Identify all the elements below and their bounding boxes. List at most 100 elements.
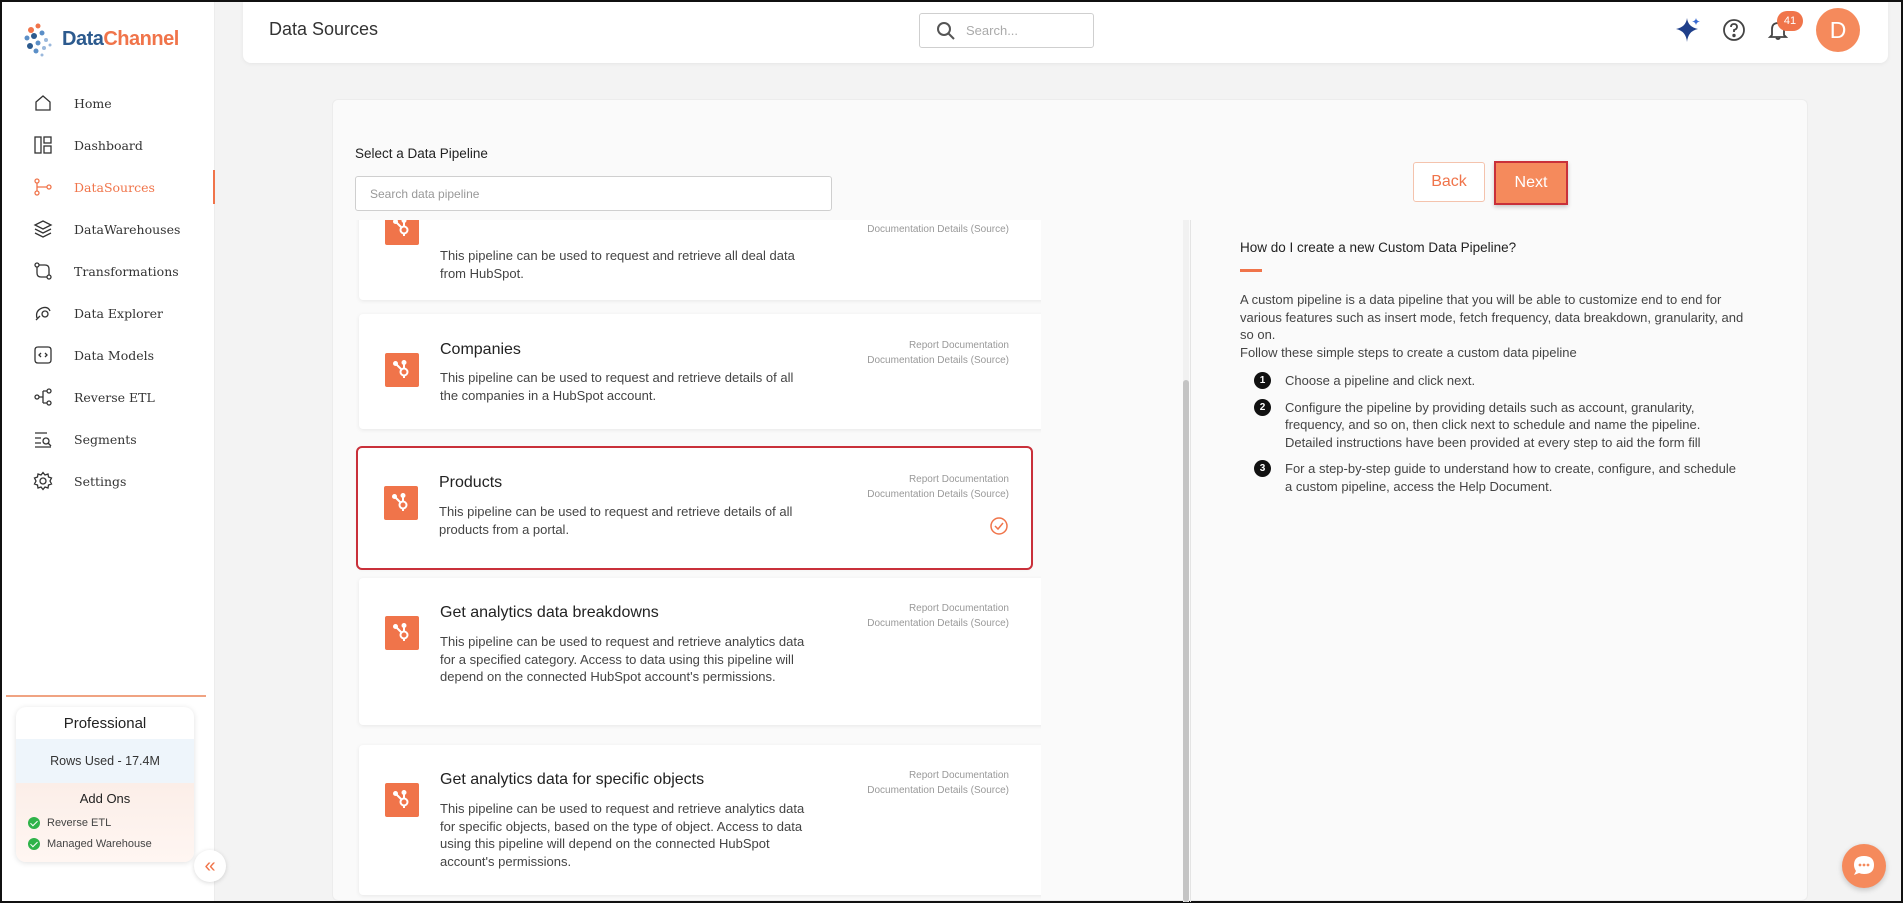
- notification-count-badge: 41: [1777, 11, 1803, 31]
- chat-support-button[interactable]: [1842, 844, 1886, 888]
- sidebar-item-label: Segments: [74, 431, 137, 447]
- hubspot-logo-icon: [385, 353, 419, 387]
- sidebar-item-reverse-etl[interactable]: Reverse ETL: [2, 376, 215, 418]
- pipeline-card-deals[interactable]: This pipeline can be used to request and…: [359, 220, 1041, 300]
- sidebar-item-transformations[interactable]: Transformations: [2, 250, 215, 292]
- sidebar-item-datawarehouses[interactable]: DataWarehouses: [2, 208, 215, 250]
- plan-divider: [6, 695, 206, 697]
- help-title: How do I create a new Custom Data Pipeli…: [1240, 240, 1517, 255]
- addons-section: Add Ons Reverse ETL Managed Warehouse: [16, 783, 194, 862]
- documentation-details-link[interactable]: Documentation Details (Source): [809, 487, 1009, 502]
- addon-label: Managed Warehouse: [47, 837, 152, 850]
- collapse-sidebar-button[interactable]: «: [194, 850, 226, 882]
- addons-title: Add Ons: [79, 791, 131, 806]
- documentation-details-link[interactable]: Documentation Details (Source): [809, 353, 1009, 368]
- page-title: Data Sources: [269, 19, 379, 39]
- home-icon: [32, 92, 54, 114]
- pipeline-doc-links: Report Documentation Documentation Detai…: [809, 338, 1009, 368]
- reverse-etl-icon: [32, 386, 54, 408]
- sidebar-item-label: DataWarehouses: [74, 221, 181, 237]
- pipeline-card-analytics-breakdowns[interactable]: Get analytics data breakdowns This pipel…: [359, 578, 1041, 725]
- brand-name-part2: Channel: [103, 27, 179, 50]
- hubspot-logo-icon: [385, 616, 419, 650]
- help-step: 1 Choose a pipeline and click next.: [1240, 372, 1760, 390]
- pipeline-doc-links: Report Documentation Documentation Detai…: [809, 768, 1009, 798]
- user-avatar[interactable]: D: [1816, 8, 1860, 52]
- pipeline-selection-panel: Select a Data Pipeline Back Next This pi…: [332, 99, 1808, 902]
- help-intro: A custom pipeline is a data pipeline tha…: [1240, 291, 1760, 361]
- hubspot-logo-icon: [385, 783, 419, 817]
- sidebar-item-data-models[interactable]: Data Models: [2, 334, 215, 376]
- pipeline-title: Get analytics data for specific objects: [440, 771, 705, 788]
- settings-icon: [32, 470, 54, 492]
- top-header: Data Sources Search... 41 D: [243, 2, 1888, 63]
- pipeline-description: This pipeline can be used to request and…: [440, 248, 795, 281]
- selected-check-icon: [990, 517, 1008, 535]
- sidebar-item-dashboard[interactable]: Dashboard: [2, 124, 215, 166]
- step-number-badge: 2: [1254, 398, 1271, 416]
- sidebar-item-label: Data Explorer: [74, 305, 163, 321]
- addon-item: Reverse ETL: [16, 812, 194, 833]
- documentation-details-link[interactable]: Documentation Details (Source): [809, 616, 1009, 631]
- pipeline-title: Get analytics data breakdowns: [440, 604, 659, 621]
- step-text: Choose a pipeline and click next.: [1285, 373, 1476, 388]
- sidebar-item-label: DataSources: [74, 179, 155, 195]
- help-intro-followup: Follow these simple steps to create a cu…: [1240, 344, 1577, 360]
- dashboard-icon: [32, 134, 54, 156]
- sidebar: DataChannel Home Dashboard DataSources D…: [2, 2, 215, 901]
- hubspot-logo-icon: [384, 486, 418, 520]
- report-documentation-link[interactable]: Report Documentation: [809, 338, 1009, 353]
- sidebar-item-data-explorer[interactable]: Data Explorer: [2, 292, 215, 334]
- sidebar-item-datasources[interactable]: DataSources: [2, 166, 215, 208]
- pipeline-description: This pipeline can be used to request and…: [440, 801, 805, 869]
- sidebar-item-segments[interactable]: Segments: [2, 418, 215, 460]
- panel-divider: [1190, 220, 1191, 902]
- sidebar-item-label: Transformations: [74, 263, 179, 279]
- hubspot-logo-icon: [385, 220, 419, 245]
- back-button[interactable]: Back: [1413, 162, 1485, 202]
- report-documentation-link[interactable]: Report Documentation: [809, 601, 1009, 616]
- pipeline-list-scrollbar[interactable]: [1183, 220, 1189, 902]
- addon-item: Managed Warehouse: [16, 833, 194, 854]
- sidebar-item-label: Reverse ETL: [74, 389, 155, 405]
- report-documentation-link[interactable]: Report Documentation: [809, 768, 1009, 783]
- datawarehouses-icon: [32, 218, 54, 240]
- sidebar-item-settings[interactable]: Settings: [2, 460, 215, 502]
- check-circle-icon: [28, 837, 40, 850]
- next-button[interactable]: Next: [1494, 161, 1568, 205]
- sidebar-item-label: Data Models: [74, 347, 155, 363]
- pipeline-title: Companies: [440, 341, 521, 358]
- pipeline-list: This pipeline can be used to request and…: [353, 220, 1041, 902]
- sidebar-item-label: Dashboard: [74, 137, 143, 153]
- brand-logo[interactable]: DataChannel: [22, 20, 179, 58]
- pipeline-search-input[interactable]: [355, 176, 832, 211]
- sidebar-item-label: Home: [74, 95, 112, 111]
- documentation-details-link[interactable]: Documentation Details (Source): [809, 783, 1009, 798]
- pipeline-card-companies[interactable]: Companies This pipeline can be used to r…: [359, 314, 1041, 429]
- step-number-badge: 1: [1254, 372, 1271, 389]
- addon-label: Reverse ETL: [47, 816, 112, 829]
- scrollbar-thumb[interactable]: [1183, 380, 1189, 902]
- pipeline-card-products[interactable]: Products This pipeline can be used to re…: [356, 446, 1033, 570]
- pipeline-title: Products: [439, 474, 503, 491]
- documentation-details-link[interactable]: Documentation Details (Source): [809, 222, 1009, 237]
- brand-name: DataChannel: [62, 28, 179, 51]
- plan-card: Professional Rows Used - 17.4M Add Ons R…: [16, 707, 194, 862]
- help-button[interactable]: [1720, 16, 1748, 44]
- datachannel-logo-icon: [24, 23, 52, 57]
- ai-sparkle-button[interactable]: [1674, 16, 1702, 44]
- search-placeholder: Search...: [966, 23, 1019, 38]
- help-intro-text: A custom pipeline is a data pipeline tha…: [1240, 292, 1744, 342]
- report-documentation-link[interactable]: Report Documentation: [809, 472, 1009, 487]
- pipeline-card-analytics-specific-objects[interactable]: Get analytics data for specific objects …: [359, 745, 1041, 895]
- sidebar-item-home[interactable]: Home: [2, 82, 215, 124]
- select-pipeline-label: Select a Data Pipeline: [355, 146, 488, 161]
- double-chevron-left-icon: «: [204, 854, 216, 877]
- data-explorer-icon: [32, 302, 54, 324]
- step-text: For a step-by-step guide to understand h…: [1285, 461, 1736, 494]
- pipeline-description: This pipeline can be used to request and…: [440, 634, 805, 684]
- step-number-badge: 3: [1254, 460, 1271, 477]
- global-search[interactable]: Search...: [919, 13, 1094, 48]
- pipeline-doc-links: Report Documentation Documentation Detai…: [809, 472, 1009, 502]
- transformations-icon: [32, 260, 54, 282]
